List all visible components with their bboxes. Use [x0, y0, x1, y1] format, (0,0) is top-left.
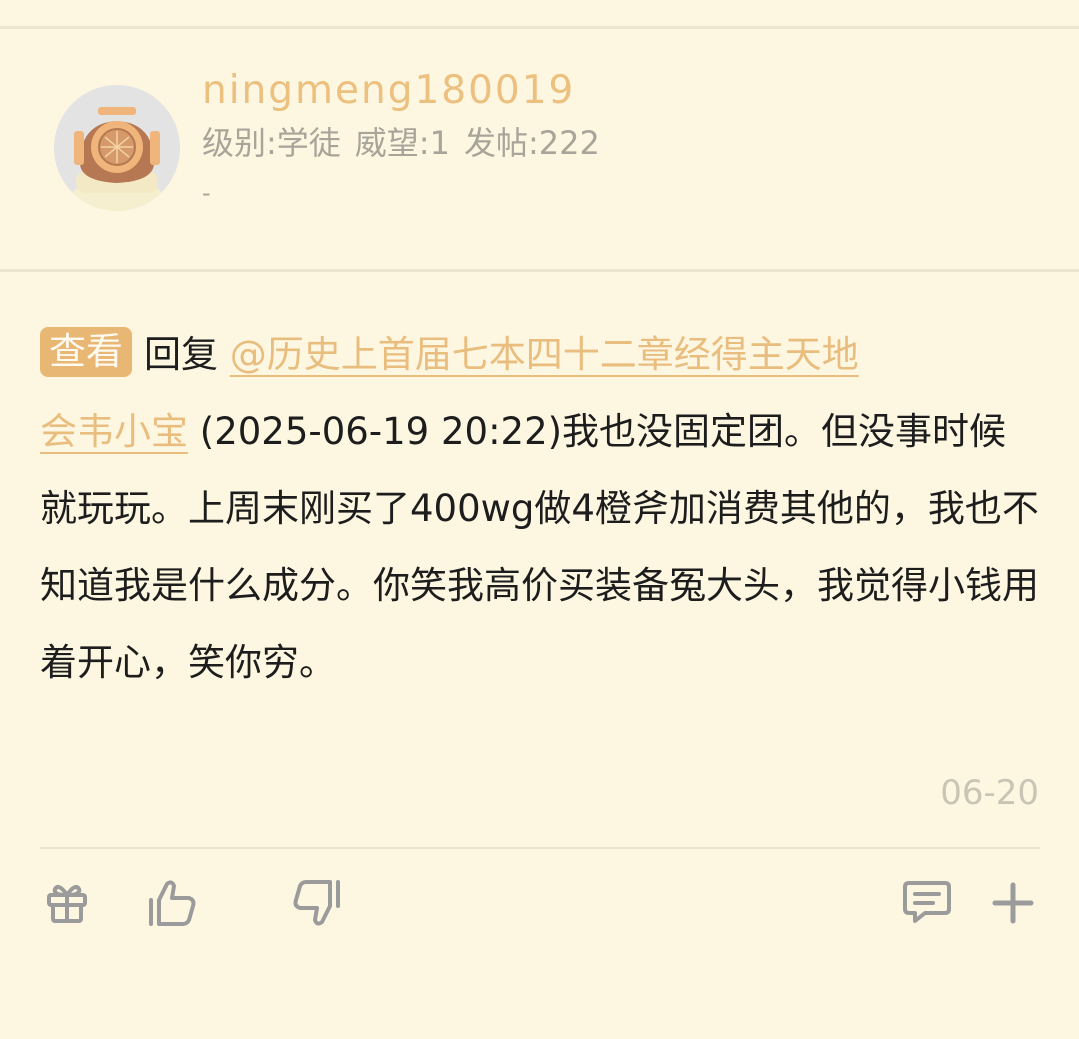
quote-time: (2025-06-19 20:22)	[188, 410, 563, 453]
username[interactable]: ningmeng180019	[202, 67, 614, 115]
add-button[interactable]	[986, 876, 1040, 930]
user-level: 级别:学徒	[202, 124, 341, 162]
plus-icon	[992, 882, 1034, 924]
reply-label: 回复	[144, 333, 218, 376]
like-button[interactable]	[145, 876, 199, 930]
gift-button[interactable]	[40, 876, 94, 930]
user-signature: -	[202, 179, 211, 207]
view-badge[interactable]: 查看	[40, 327, 132, 377]
gift-icon	[47, 885, 87, 923]
post-header: ningmeng180019 级别:学徒 威望:1 发帖:222 -	[0, 29, 1079, 269]
user-info: ningmeng180019 级别:学徒 威望:1 发帖:222 -	[202, 67, 614, 207]
avatar[interactable]	[54, 85, 180, 211]
mention-line-1: @历史上首届七本四十二章经得主天地	[229, 333, 859, 376]
post-date: 06-20	[940, 773, 1039, 813]
post-page: ningmeng180019 级别:学徒 威望:1 发帖:222 - 查看 回复 @历…	[0, 0, 1079, 1039]
dislike-button[interactable]	[290, 876, 344, 930]
mention-line-2: 会韦小宝	[40, 410, 188, 453]
header-divider	[0, 269, 1079, 272]
thumbs-down-icon	[293, 880, 340, 926]
thumbs-up-icon	[149, 880, 196, 926]
user-meta: 级别:学徒 威望:1 发帖:222	[202, 123, 614, 163]
post-content: 查看 回复 @历史上首届七本四十二章经得主天地 会韦小宝 (2025-06-19 2…	[40, 316, 1040, 701]
comment-icon	[903, 881, 951, 923]
footer-divider	[40, 847, 1040, 849]
diving-helmet-icon	[54, 85, 180, 211]
user-post-count: 发帖:222	[463, 124, 600, 162]
user-prestige: 威望:1	[354, 124, 450, 162]
comment-button[interactable]	[900, 876, 954, 930]
